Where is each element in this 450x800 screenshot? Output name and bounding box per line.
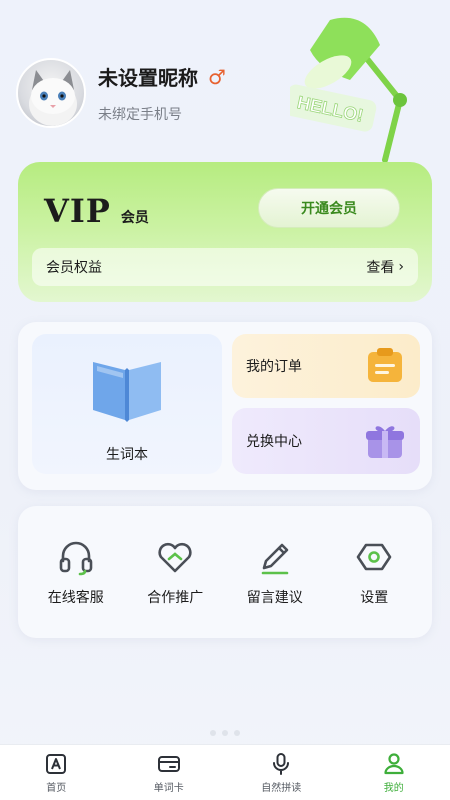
- bottom-tab-bar: 首页 单词卡 自然拼读 我的: [0, 744, 450, 800]
- pencil-icon: [261, 543, 289, 575]
- service-feedback[interactable]: 留言建议: [230, 537, 320, 607]
- handshake-heart-icon: [158, 542, 192, 573]
- home-icon: [46, 753, 67, 774]
- avatar[interactable]: [16, 58, 86, 128]
- tab-label: 单词卡: [153, 782, 184, 794]
- service-partnership[interactable]: 合作推广: [130, 537, 220, 607]
- nickname-row: 未设置昵称 ♂: [98, 62, 226, 91]
- vip-subtitle: 会员: [120, 210, 149, 226]
- service-settings[interactable]: 设置: [329, 537, 419, 607]
- chevron-right-icon: ›: [398, 259, 404, 275]
- vip-word: VIP: [44, 192, 111, 230]
- vip-card: VIP 会员 开通会员 会员权益 查看 ›: [18, 162, 432, 302]
- tab-home[interactable]: 首页: [16, 752, 96, 794]
- book-icon: [93, 362, 161, 422]
- service-online-support[interactable]: 在线客服: [31, 537, 121, 607]
- view-benefits-link[interactable]: 查看 ›: [366, 257, 404, 277]
- settings-hexagon-icon: [356, 543, 392, 571]
- tab-phonics[interactable]: 自然拼读: [241, 752, 321, 794]
- tab-label: 首页: [46, 782, 67, 794]
- clipboard-icon: [368, 348, 402, 382]
- wordbook-label: 生词本: [106, 447, 148, 463]
- page-dot: [234, 730, 240, 736]
- orders-label: 我的订单: [246, 359, 302, 375]
- person-icon: [384, 752, 404, 774]
- page-dot: [210, 730, 216, 736]
- male-icon: ♂: [208, 64, 226, 89]
- tab-label: 自然拼读: [261, 782, 302, 794]
- feature-panel: 生词本 我的订单 兑换中心: [18, 322, 432, 490]
- service-label: 在线客服: [47, 590, 104, 606]
- wordbook-card[interactable]: 生词本: [32, 334, 222, 474]
- tab-word-card[interactable]: 单词卡: [129, 752, 209, 794]
- membership-benefits-row[interactable]: 会员权益 查看 ›: [32, 248, 418, 286]
- page-indicator: [0, 730, 450, 736]
- open-membership-button[interactable]: 开通会员: [258, 188, 400, 228]
- redeem-center-card[interactable]: 兑换中心: [232, 408, 420, 474]
- service-label: 设置: [360, 590, 389, 606]
- gift-icon: [366, 426, 404, 458]
- services-panel: 在线客服 合作推广 留言建议 设置: [18, 506, 432, 638]
- vip-title: VIP 会员: [44, 192, 149, 230]
- view-link-label: 查看: [366, 260, 395, 276]
- profile-header[interactable]: 未设置昵称 ♂ 未绑定手机号: [16, 58, 316, 132]
- service-label: 留言建议: [246, 590, 303, 606]
- microphone-icon: [273, 752, 290, 775]
- tab-mine[interactable]: 我的: [354, 752, 434, 794]
- card-icon: [157, 755, 180, 772]
- service-label: 合作推广: [147, 590, 204, 606]
- tab-label: 我的: [383, 782, 404, 794]
- nickname[interactable]: 未设置昵称: [98, 62, 198, 91]
- phone-status[interactable]: 未绑定手机号: [98, 104, 182, 124]
- redeem-label: 兑换中心: [246, 434, 302, 450]
- page-dot: [222, 730, 228, 736]
- benefits-label: 会员权益: [46, 260, 102, 276]
- cat-avatar-icon: [29, 70, 77, 126]
- headset-icon: [59, 541, 93, 576]
- my-orders-card[interactable]: 我的订单: [232, 334, 420, 398]
